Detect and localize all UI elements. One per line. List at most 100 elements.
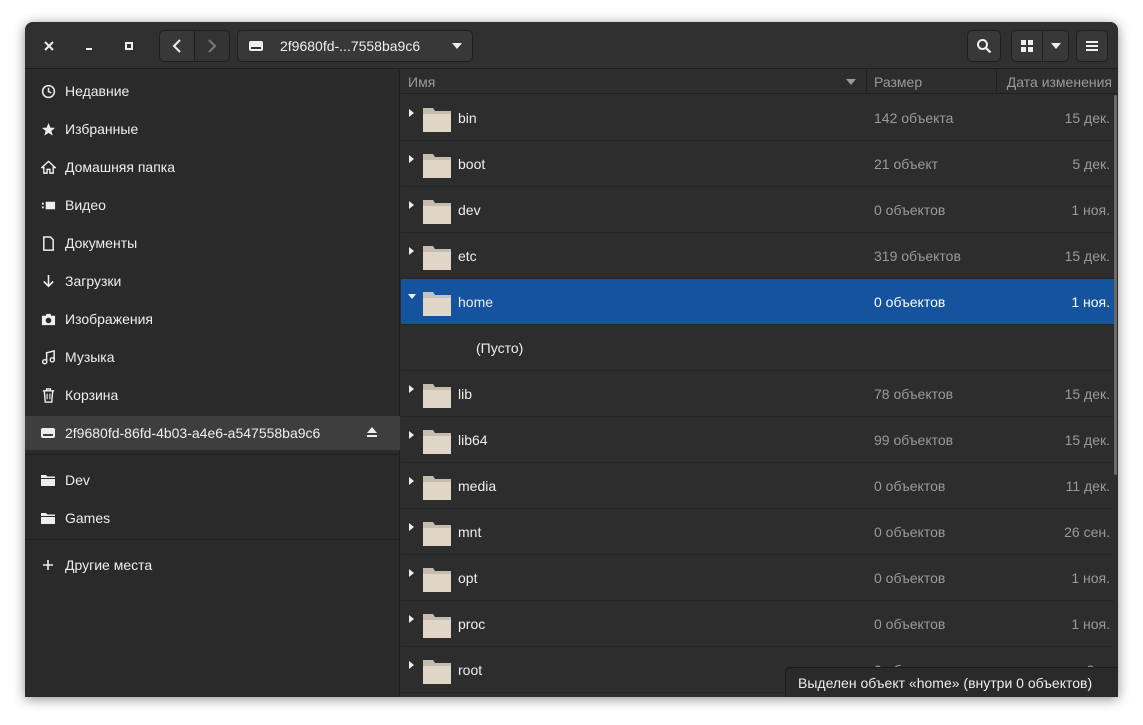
chevron-left-icon: [172, 39, 181, 53]
file-date: 1 ноя.: [1071, 294, 1110, 310]
sidebar-item-label: Другие места: [65, 557, 153, 573]
file-name: etc: [458, 248, 477, 264]
file-date: 1 ноя.: [1071, 570, 1110, 586]
folder-icon: [422, 289, 452, 320]
eject-button[interactable]: [366, 425, 378, 441]
file-row-proc[interactable]: proc 0 объектов 1 ноя.: [401, 601, 1114, 647]
sort-descending-icon: [846, 79, 856, 85]
sidebar-item-dev[interactable]: Dev: [25, 463, 400, 497]
path-bar-button[interactable]: 2f9680fd-...7558ba9c6: [237, 30, 473, 62]
file-row-media[interactable]: media 0 объектов 11 дек.: [401, 463, 1114, 509]
sidebar-item-label: Избранные: [65, 121, 139, 137]
chevron-down-icon: [1050, 43, 1061, 49]
view-options-button[interactable]: [1043, 30, 1069, 62]
sidebar-item-downloads[interactable]: Загрузки: [25, 264, 400, 298]
sidebar-item-other-places[interactable]: Другие места: [25, 548, 400, 582]
view-toggle: [1011, 30, 1069, 62]
close-window-button[interactable]: [37, 34, 61, 58]
folder-icon: [422, 427, 452, 458]
file-date: 11 дек.: [1065, 478, 1110, 494]
forward-button[interactable]: [195, 30, 230, 62]
expander-collapsed-icon[interactable]: [407, 611, 417, 623]
sidebar-item-label: Недавние: [65, 83, 130, 99]
file-row-home[interactable]: home 0 объектов 1 ноя.: [401, 279, 1114, 325]
video-icon: [40, 197, 56, 213]
sidebar-item-label: Документы: [65, 235, 138, 251]
search-button[interactable]: [967, 30, 1001, 62]
expander-expanded-icon[interactable]: [407, 289, 417, 299]
file-row-lib64[interactable]: lib64 99 объектов 15 дек.: [401, 417, 1114, 463]
expander-collapsed-icon[interactable]: [407, 243, 417, 255]
expander-collapsed-icon[interactable]: [407, 565, 417, 577]
file-row-dev[interactable]: dev 0 объектов 1 ноя.: [401, 187, 1114, 233]
column-name-header[interactable]: Имя: [408, 70, 435, 94]
column-size-header[interactable]: Размер: [874, 70, 922, 94]
expander-collapsed-icon[interactable]: [407, 197, 417, 209]
file-row-lib[interactable]: lib 78 объектов 15 дек.: [401, 371, 1114, 417]
sidebar-separator: [25, 539, 400, 540]
sidebar-item-home[interactable]: Домашняя папка: [25, 150, 400, 184]
sidebar-item-games[interactable]: Games: [25, 501, 400, 535]
grid-view-button[interactable]: [1011, 30, 1043, 62]
maximize-window-button[interactable]: [117, 34, 141, 58]
column-header: Имя Размер Дата изменения: [401, 70, 1118, 94]
file-row-mnt[interactable]: mnt 0 объектов 26 сен.: [401, 509, 1114, 555]
file-size: 99 объектов: [874, 432, 954, 448]
expander-collapsed-icon[interactable]: [407, 151, 417, 163]
expander-collapsed-icon[interactable]: [407, 657, 417, 669]
file-date: 15 дек.: [1064, 248, 1110, 264]
file-date: 15 дек.: [1064, 110, 1110, 126]
expander-collapsed-icon[interactable]: [407, 473, 417, 485]
maximize-icon: [125, 42, 133, 50]
sidebar-item-documents[interactable]: Документы: [25, 226, 400, 260]
close-icon: [44, 41, 54, 51]
sidebar-item-label: 2f9680fd-86fd-4b03-a4e6-a547558ba9c6: [65, 425, 321, 441]
sidebar-item-label: Загрузки: [65, 273, 122, 289]
sidebar-item-drive[interactable]: 2f9680fd-86fd-4b03-a4e6-a547558ba9c6: [25, 416, 400, 450]
back-button[interactable]: [159, 30, 195, 62]
sidebar-item-music[interactable]: Музыка: [25, 340, 400, 374]
sidebar-item-videos[interactable]: Видео: [25, 188, 400, 222]
minimize-window-button[interactable]: [77, 34, 101, 58]
menu-button[interactable]: [1076, 30, 1108, 62]
file-date: 15 дек.: [1064, 386, 1110, 402]
file-row-bin[interactable]: bin 142 объекта 15 дек.: [401, 95, 1114, 141]
hamburger-menu-icon: [1086, 41, 1098, 51]
sidebar-item-recent[interactable]: Недавние: [25, 74, 400, 108]
empty-folder-row: (Пусто): [401, 325, 1114, 371]
folder-icon: [40, 510, 56, 526]
clock-icon: [40, 83, 56, 99]
path-label: 2f9680fd-...7558ba9c6: [280, 38, 421, 54]
sidebar: Недавние Избранные Домашняя папка Видео …: [25, 70, 400, 697]
file-size: 0 объектов: [874, 202, 946, 218]
sidebar-item-starred[interactable]: Избранные: [25, 112, 400, 146]
file-row-etc[interactable]: etc 319 объектов 15 дек.: [401, 233, 1114, 279]
status-overlay: Выделен объект «home» (внутри 0 объектов…: [785, 667, 1118, 697]
chevron-right-icon: [208, 39, 217, 53]
folder-icon: [422, 473, 452, 504]
sidebar-item-label: Домашняя папка: [65, 159, 176, 175]
expander-collapsed-icon[interactable]: [407, 519, 417, 531]
file-row-boot[interactable]: boot 21 объект 5 дек.: [401, 141, 1114, 187]
drive-icon: [249, 41, 263, 51]
home-icon: [40, 159, 56, 175]
file-name: opt: [458, 570, 478, 586]
file-name: media: [458, 478, 497, 494]
expander-collapsed-icon[interactable]: [407, 427, 417, 439]
file-size: 319 объектов: [874, 248, 961, 264]
sidebar-item-pictures[interactable]: Изображения: [25, 302, 400, 336]
sidebar-item-trash[interactable]: Корзина: [25, 378, 400, 412]
file-date: 1 ноя.: [1071, 202, 1110, 218]
folder-icon: [40, 472, 56, 488]
file-date: 15 дек.: [1064, 432, 1110, 448]
scrollbar[interactable]: [1114, 95, 1117, 475]
column-separator: [866, 70, 867, 94]
folder-icon: [422, 243, 452, 274]
header-bar: 2f9680fd-...7558ba9c6: [25, 22, 1118, 69]
file-row-opt[interactable]: opt 0 объектов 1 ноя.: [401, 555, 1114, 601]
expander-collapsed-icon[interactable]: [407, 105, 417, 117]
expander-collapsed-icon[interactable]: [407, 381, 417, 393]
empty-folder-label: (Пусто): [476, 340, 524, 356]
folder-icon: [422, 197, 452, 228]
column-date-header[interactable]: Дата изменения: [1007, 70, 1112, 94]
